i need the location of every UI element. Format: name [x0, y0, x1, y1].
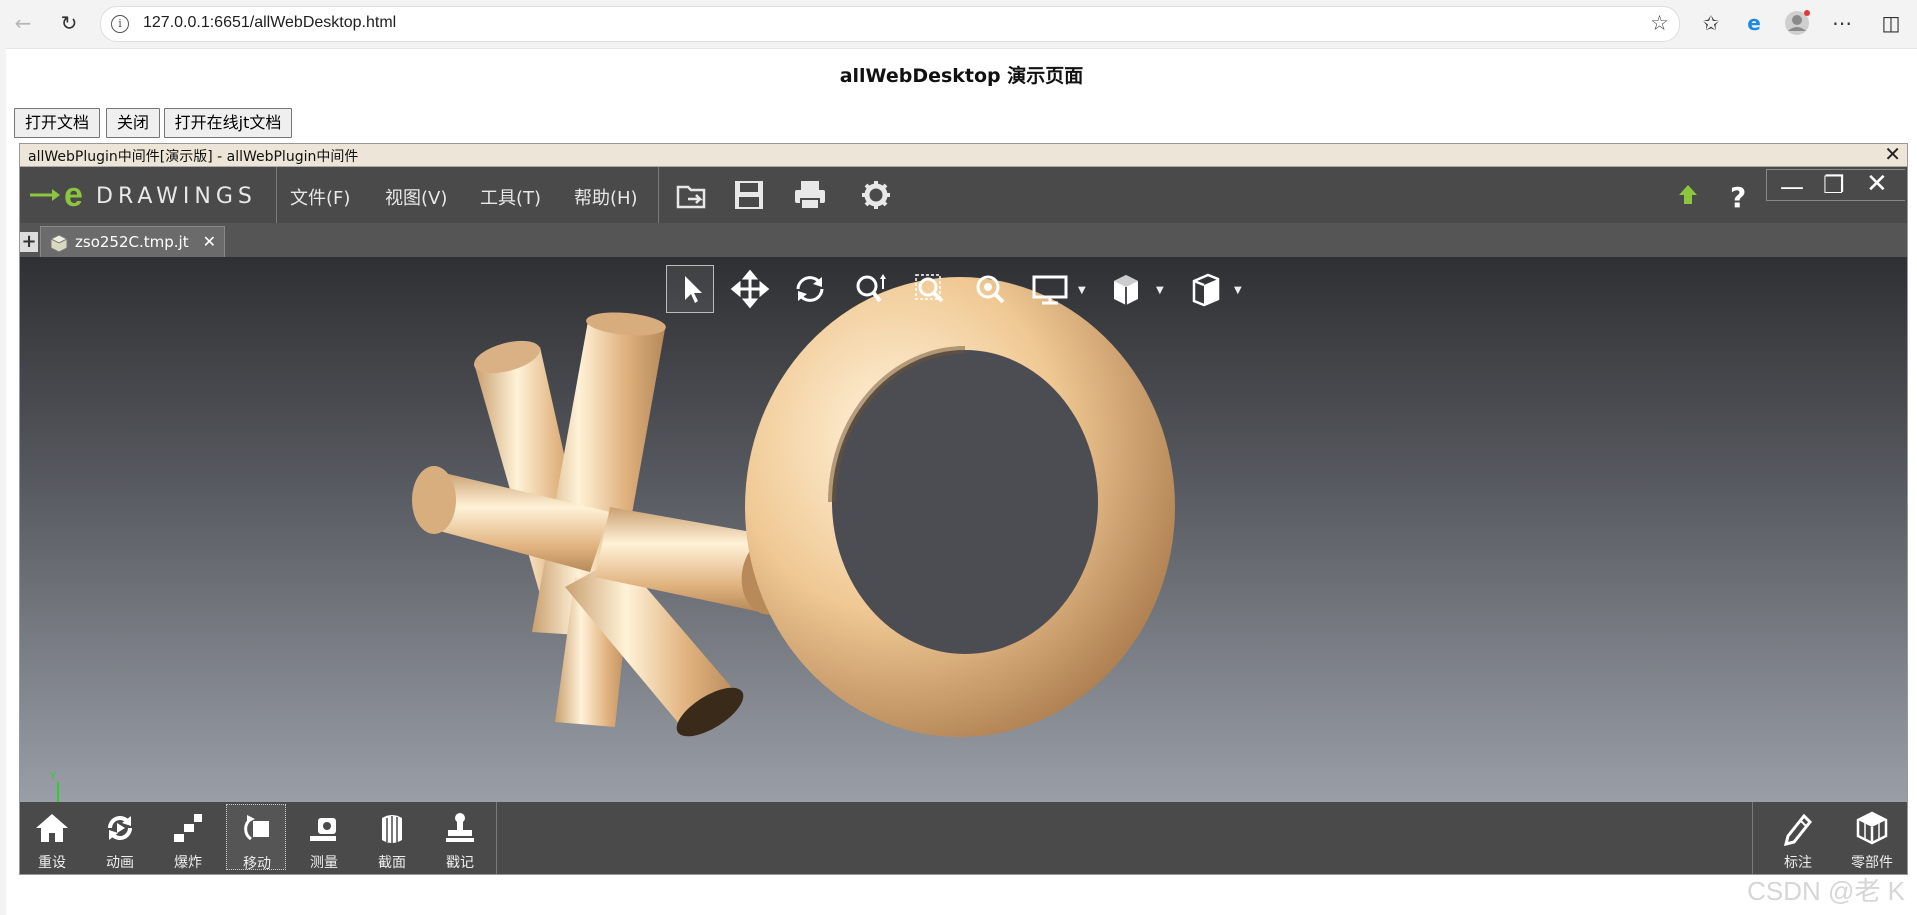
zoom-to-fit-icon[interactable] — [966, 265, 1014, 313]
explode-icon — [174, 814, 202, 842]
help-question-icon[interactable]: ? — [1730, 181, 1746, 214]
favorites-icon[interactable]: ✩ — [1697, 9, 1725, 37]
3d-model-render: Y — [49, 277, 1175, 802]
section-icon — [382, 815, 402, 844]
open-online-jt-button[interactable]: 打开在线jt文档 — [164, 108, 292, 138]
svg-text:e: e — [64, 176, 83, 214]
move-icon — [244, 815, 269, 841]
profile-avatar[interactable] — [1783, 9, 1811, 37]
settings-gear-icon[interactable] — [858, 177, 894, 213]
move-label: 移动 — [243, 856, 271, 872]
home-icon — [36, 814, 68, 842]
views-dropdown-icon[interactable]: ▼ — [1156, 285, 1164, 296]
open-document-button[interactable]: 打开文档 — [14, 108, 100, 138]
close-app-icon[interactable]: ✕ — [1866, 169, 1888, 199]
animate-button[interactable]: 动画 — [90, 804, 150, 871]
back-icon[interactable]: ← — [10, 10, 36, 36]
components-label: 零部件 — [1851, 855, 1893, 871]
edrawings-toolbar: e DRAWINGS 文件(F) 视图(V) 工具(T) 帮助(H) ? — ❐… — [20, 167, 1907, 223]
bottom-toolbar: 重设 动画 爆炸 移动 测量 截面 戳记 标注 零部件 — [20, 802, 1907, 874]
close-button[interactable]: 关闭 — [106, 108, 160, 138]
site-info-icon[interactable]: i — [111, 15, 129, 33]
y-axis-label: Y — [49, 771, 57, 782]
menu-file[interactable]: 文件(F) — [290, 184, 350, 210]
animate-label: 动画 — [106, 855, 134, 871]
explode-button[interactable]: 爆炸 — [158, 804, 218, 871]
standard-views-dropdown-icon[interactable]: ▼ — [1234, 285, 1242, 296]
upgrade-arrow-icon[interactable] — [1670, 177, 1706, 213]
tab-close-icon[interactable]: ✕ — [203, 232, 216, 251]
views-icon[interactable] — [1104, 265, 1152, 313]
pan-tool-icon[interactable] — [726, 265, 774, 313]
measure-icon — [310, 818, 336, 841]
plugin-container: allWebPlugin中间件[演示版] - allWebPlugin中间件 ✕… — [19, 142, 1908, 875]
document-tab[interactable]: zso252C.tmp.jt ✕ — [40, 226, 225, 258]
3d-viewport[interactable]: Y ▼ ▼ ▼ — [20, 257, 1907, 802]
browser-toolbar: ← ↻ i 127.0.0.1:6651/allWebDesktop.html … — [0, 0, 1917, 46]
pencil-icon — [1783, 813, 1813, 846]
more-menu-icon[interactable]: ⋯ — [1828, 9, 1856, 37]
section-button[interactable]: 截面 — [362, 804, 422, 871]
stamp-label: 戳记 — [446, 855, 474, 871]
restore-icon[interactable]: ❐ — [1823, 171, 1845, 199]
markup-label: 标注 — [1784, 855, 1812, 871]
document-tab-bar: + zso252C.tmp.jt ✕ — [20, 223, 1907, 258]
edrawings-logo: e DRAWINGS — [28, 175, 278, 215]
markup-button[interactable]: 标注 — [1768, 804, 1828, 871]
minimize-icon[interactable]: — — [1780, 173, 1804, 201]
reload-icon[interactable]: ↻ — [56, 10, 82, 36]
measure-label: 测量 — [310, 855, 338, 871]
section-label: 截面 — [378, 855, 406, 871]
favorite-star-icon[interactable]: ☆ — [1650, 11, 1669, 35]
standard-views-icon[interactable] — [1182, 265, 1230, 313]
animate-icon — [108, 816, 132, 840]
address-bar[interactable]: i 127.0.0.1:6651/allWebDesktop.html ☆ — [100, 6, 1680, 42]
explode-label: 爆炸 — [174, 855, 202, 871]
edge-ie-mode-icon[interactable]: e — [1740, 9, 1768, 37]
stamp-button[interactable]: 戳记 — [430, 804, 490, 871]
move-button[interactable]: 移动 — [226, 804, 286, 872]
menu-help[interactable]: 帮助(H) — [574, 184, 638, 210]
svg-text:DRAWINGS: DRAWINGS — [96, 184, 257, 209]
zoom-to-area-icon[interactable] — [906, 265, 954, 313]
measure-button[interactable]: 测量 — [294, 804, 354, 871]
new-tab-plus-icon[interactable]: + — [20, 232, 38, 252]
select-tool-icon[interactable] — [666, 265, 714, 313]
page-title: allWebDesktop 演示页面 — [839, 65, 1084, 87]
document-tab-label: zso252C.tmp.jt — [75, 233, 189, 251]
save-icon[interactable] — [731, 177, 767, 213]
plugin-window-title: allWebPlugin中间件[演示版] - allWebPlugin中间件 — [28, 149, 359, 165]
web-page: allWebDesktop 演示页面 打开文档 关闭 打开在线jt文档 allW… — [6, 48, 1917, 915]
part-file-icon — [49, 234, 69, 253]
reset-label: 重设 — [38, 855, 66, 871]
components-icon — [1856, 811, 1888, 845]
display-mode-icon[interactable] — [1026, 265, 1074, 313]
components-button[interactable]: 零部件 — [1842, 804, 1902, 871]
display-mode-dropdown-icon[interactable]: ▼ — [1078, 285, 1086, 296]
watermark: CSDN @老 K — [1747, 876, 1905, 906]
sidebar-toggle-icon[interactable]: ◫ — [1877, 9, 1905, 37]
reset-button[interactable]: 重设 — [22, 804, 82, 871]
menu-tools[interactable]: 工具(T) — [480, 184, 541, 210]
url-text: 127.0.0.1:6651/allWebDesktop.html — [143, 14, 397, 31]
open-folder-icon[interactable] — [674, 177, 710, 213]
zoom-tool-icon[interactable] — [846, 265, 894, 313]
rotate-tool-icon[interactable] — [786, 265, 834, 313]
menu-view[interactable]: 视图(V) — [385, 184, 447, 210]
plugin-close-icon[interactable]: ✕ — [1884, 142, 1901, 166]
stamp-icon — [446, 813, 474, 842]
print-icon[interactable] — [792, 177, 828, 213]
plugin-titlebar: allWebPlugin中间件[演示版] - allWebPlugin中间件 ✕ — [20, 142, 1907, 167]
